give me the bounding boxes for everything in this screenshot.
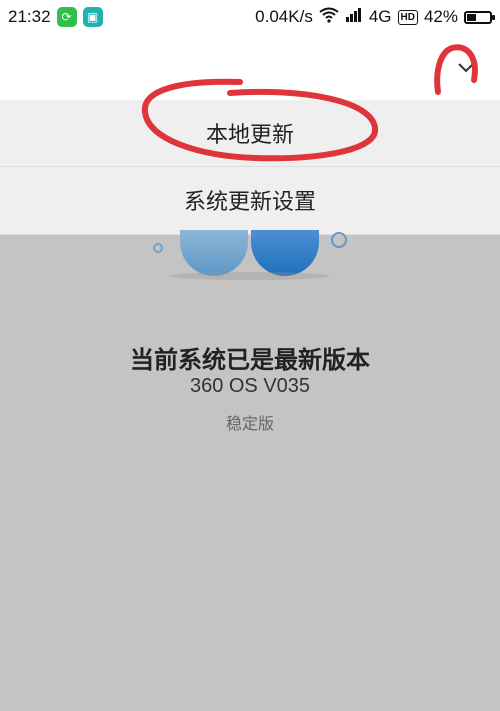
menu-item-local-update[interactable]: 本地更新 <box>0 100 500 166</box>
status-bar: 21:32 ⟳ ▣ 0.04K/s 4G HD 42% <box>0 0 500 34</box>
hd-badge: HD <box>397 9 418 25</box>
illustration-bubble <box>251 230 319 276</box>
update-illustration <box>0 230 500 324</box>
network-type: 4G <box>368 7 392 26</box>
dropdown-menu: 本地更新 系统更新设置 <box>0 100 500 235</box>
battery-icon <box>464 10 495 24</box>
chevron-down-icon <box>457 59 475 78</box>
menu-item-label: 系统更新设置 <box>183 190 316 215</box>
clock: 21:32 <box>8 7 51 26</box>
signal-icon <box>345 7 363 27</box>
battery-percent: 42% <box>423 7 458 26</box>
illustration-ring <box>331 232 347 248</box>
illustration-ring <box>153 243 163 253</box>
refresh-app-icon: ⟳ <box>56 7 77 27</box>
menu-item-update-settings[interactable]: 系统更新设置 <box>0 166 500 233</box>
update-status-title: 当前系统已是最新版本 <box>130 346 370 374</box>
release-channel: 稳定版 <box>225 414 274 433</box>
illustration-bubble <box>180 230 248 276</box>
scan-app-icon: ▣ <box>82 7 103 27</box>
wifi-icon <box>319 7 339 28</box>
battery-fill <box>467 13 476 21</box>
toolbar <box>0 34 500 100</box>
overflow-menu-button[interactable] <box>452 54 480 82</box>
illustration-shadow <box>170 272 330 280</box>
menu-item-label: 本地更新 <box>205 123 294 148</box>
network-speed: 0.04K/s <box>255 7 313 26</box>
os-version: 360 OS V035 <box>189 375 311 397</box>
